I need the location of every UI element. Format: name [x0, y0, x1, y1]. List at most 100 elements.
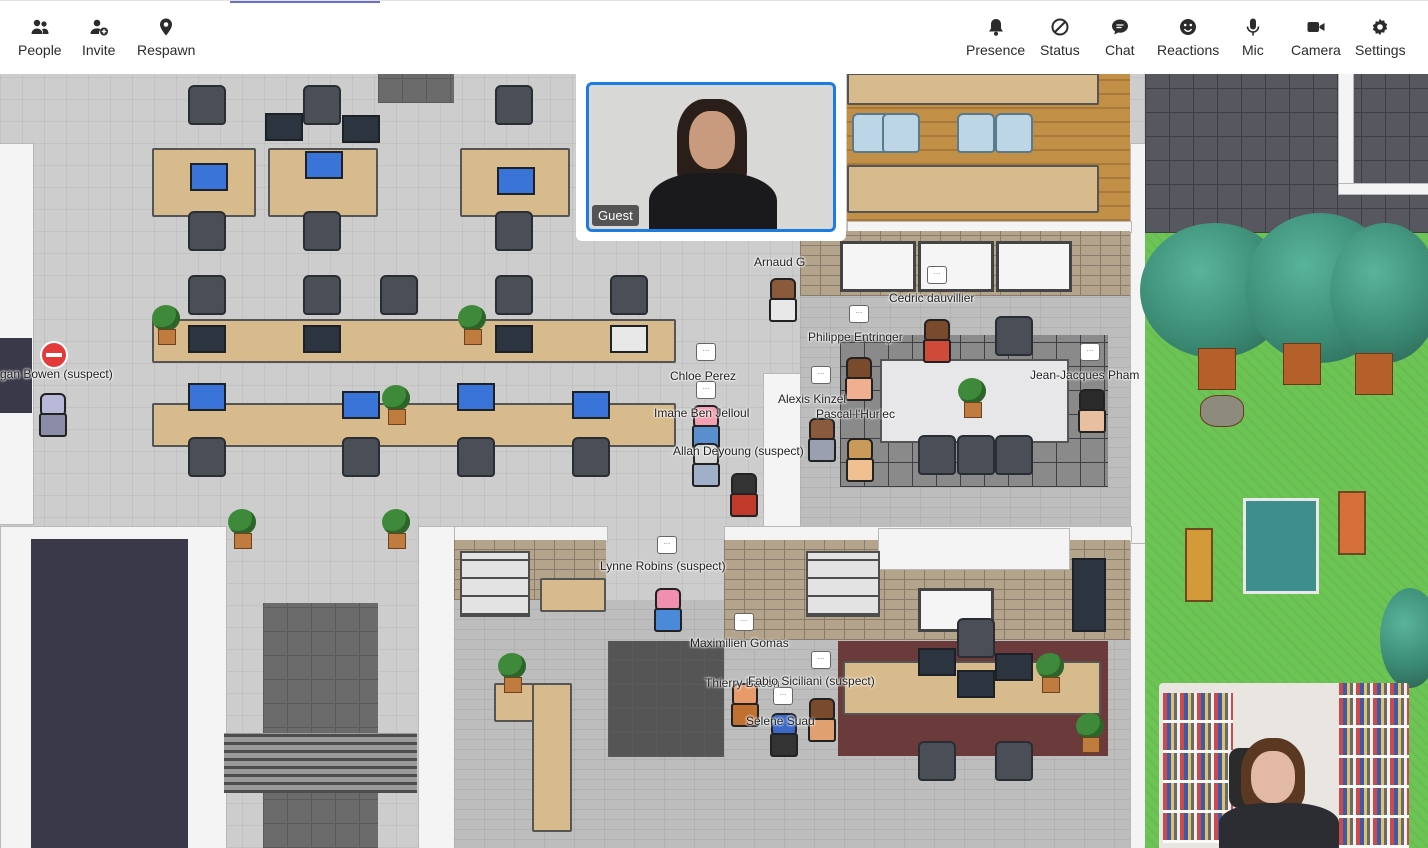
invite-button[interactable]: Invite — [82, 17, 115, 63]
bookshelf — [460, 551, 530, 617]
player-name-tag: Jean-Jacques Pham — [1030, 368, 1140, 382]
player-name-tag: Pascal l'Hurlec — [816, 407, 895, 421]
chair — [303, 211, 341, 251]
player-name-tag: Maximilien Gomas — [690, 636, 789, 650]
avatar[interactable] — [842, 357, 873, 401]
respawn-button[interactable]: Respawn — [137, 17, 195, 63]
avatar[interactable] — [36, 393, 67, 437]
avatar[interactable] — [843, 438, 874, 482]
monitor — [918, 648, 956, 676]
chair — [342, 437, 380, 477]
person-face — [1251, 751, 1295, 803]
avatar[interactable] — [805, 418, 836, 462]
tree-trunk — [1283, 343, 1321, 385]
reactions-label: Reactions — [1157, 42, 1220, 58]
desk — [532, 683, 572, 832]
monitor — [190, 163, 228, 191]
speech-bubble-icon: … — [927, 266, 947, 284]
chair — [957, 435, 995, 475]
ping-pong-table[interactable] — [1243, 498, 1319, 594]
presence-label: Presence — [966, 42, 1026, 58]
presence-button[interactable]: Presence — [966, 17, 1025, 63]
monitor — [342, 115, 380, 143]
chair — [995, 113, 1033, 153]
chair — [995, 741, 1033, 781]
player-name-tag: Allan Deyoung (suspect) — [673, 444, 804, 458]
bench — [1185, 528, 1213, 602]
top-toolbar: People Invite Respawn Presence Status Ch… — [0, 0, 1428, 74]
chair — [188, 211, 226, 251]
monitor — [303, 325, 341, 353]
player-name-tag: Chloe Perez — [670, 369, 737, 383]
chair — [457, 437, 495, 477]
tree-trunk — [1198, 348, 1236, 390]
people-button[interactable]: People — [18, 17, 62, 63]
guest-video: Guest — [586, 82, 836, 232]
people-label: People — [18, 42, 62, 58]
chat-button[interactable]: Chat — [1105, 17, 1135, 63]
potted-plant — [380, 385, 412, 425]
invite-label: Invite — [82, 42, 116, 58]
player-name-tag: Imane Ben Jelloul — [654, 406, 750, 420]
chair — [918, 741, 956, 781]
status-button[interactable]: Status — [1040, 17, 1080, 63]
chat-bubble-icon — [1111, 19, 1128, 35]
wall — [418, 526, 456, 848]
potted-plant — [496, 653, 528, 693]
avatar[interactable] — [651, 588, 682, 632]
floor-mat — [378, 73, 454, 103]
player-name-tag: Alexis Kinzel — [778, 392, 847, 406]
person-shirt — [649, 173, 777, 229]
chair — [572, 437, 610, 477]
potted-plant — [150, 305, 182, 345]
tiled-floor — [263, 603, 378, 848]
tree-trunk — [1355, 353, 1393, 395]
avatar[interactable] — [727, 473, 758, 517]
settings-button[interactable]: Settings — [1355, 17, 1406, 63]
counter — [847, 165, 1099, 213]
status-slash-icon — [1051, 18, 1069, 36]
active-tab-indicator — [230, 1, 380, 3]
avatar[interactable] — [920, 319, 951, 363]
avatar[interactable] — [766, 278, 797, 322]
location-pin-icon — [160, 18, 173, 36]
status-label: Status — [1040, 42, 1080, 58]
chair — [957, 113, 995, 153]
chair — [995, 316, 1033, 356]
self-video-preview[interactable] — [1159, 683, 1409, 848]
speech-bubble-icon: … — [734, 613, 754, 631]
chair — [188, 85, 226, 125]
wall — [1338, 73, 1354, 187]
monitor — [497, 167, 535, 195]
reactions-button[interactable]: Reactions — [1157, 17, 1219, 63]
chair — [380, 275, 418, 315]
camera-button[interactable]: Camera — [1291, 17, 1341, 63]
potted-plant — [380, 509, 412, 549]
wall — [1338, 183, 1428, 195]
mic-button[interactable]: Mic — [1242, 17, 1264, 63]
vending-machine — [1072, 558, 1106, 632]
presentation-board — [996, 241, 1072, 292]
respawn-label: Respawn — [137, 42, 196, 58]
background-bookshelf — [1339, 683, 1409, 848]
chair — [188, 275, 226, 315]
monitor — [342, 391, 380, 419]
monitor — [188, 383, 226, 411]
avatar[interactable] — [1075, 389, 1106, 433]
player-name-tag: gan Bowen (suspect) — [0, 367, 113, 381]
player-name-tag: Lynne Robins (suspect) — [600, 559, 726, 573]
wall — [1130, 143, 1146, 545]
player-name-tag: Fabio Siciliani (suspect) — [748, 674, 875, 688]
presentation-board — [840, 241, 916, 292]
chair — [957, 618, 995, 658]
left-wall — [0, 143, 34, 525]
monitor — [265, 113, 303, 141]
video-camera-icon — [1307, 22, 1325, 32]
chair — [495, 275, 533, 315]
potted-plant — [956, 378, 988, 418]
guest-video-tile[interactable]: Guest — [576, 73, 846, 241]
potted-plant — [1034, 653, 1066, 693]
person-face — [689, 111, 735, 169]
monitor — [610, 325, 648, 353]
dark-rug — [608, 641, 724, 757]
